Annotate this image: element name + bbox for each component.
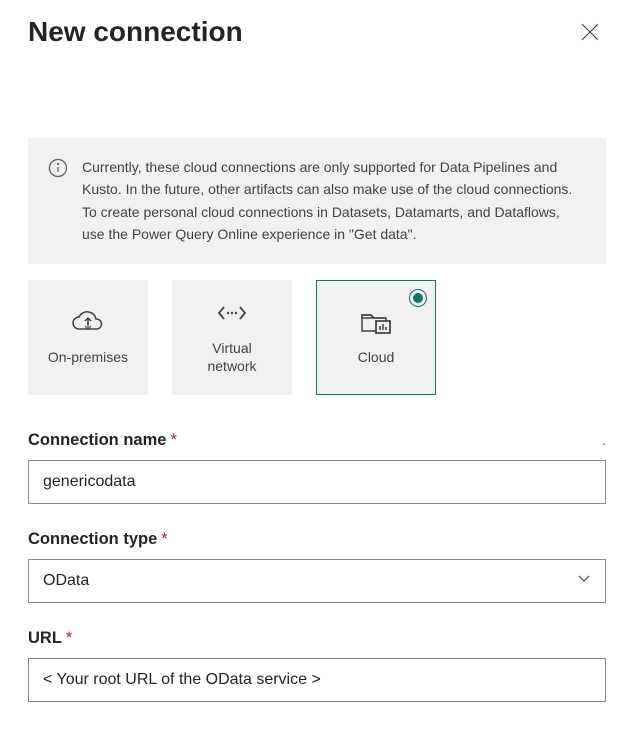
cloud-sync-icon (71, 308, 105, 336)
tile-label: On-premises (48, 348, 128, 366)
tile-label: Cloud (358, 348, 395, 366)
tile-cloud[interactable]: Cloud (316, 280, 436, 395)
required-indicator: * (170, 431, 176, 450)
tile-virtual-network[interactable]: Virtual network (172, 280, 292, 395)
field-url: URL * (28, 629, 606, 702)
field-label: Connection name * (28, 431, 177, 450)
tile-label: Virtual network (207, 339, 256, 375)
info-panel: Currently, these cloud connections are o… (28, 138, 606, 264)
dialog-title: New connection (28, 16, 243, 48)
required-indicator: * (66, 629, 72, 648)
label-text: URL (28, 629, 62, 648)
field-label: URL * (28, 629, 606, 648)
field-connection-name: Connection name * . (28, 431, 606, 504)
radio-selected-icon (409, 289, 427, 307)
dot-indicator: . (602, 432, 606, 448)
field-label: Connection type * (28, 530, 606, 549)
network-icon (217, 299, 247, 327)
label-text: Connection type (28, 530, 157, 549)
info-text: Currently, these cloud connections are o… (82, 156, 586, 246)
label-text: Connection name (28, 431, 166, 450)
chevron-down-icon (577, 571, 591, 590)
connection-name-input[interactable] (28, 460, 606, 504)
close-icon (581, 23, 599, 41)
required-indicator: * (161, 530, 167, 549)
url-input[interactable] (28, 658, 606, 702)
info-icon (48, 158, 68, 178)
dialog-header: New connection (28, 16, 606, 48)
tile-on-premises[interactable]: On-premises (28, 280, 148, 395)
close-button[interactable] (574, 16, 606, 48)
connection-type-select[interactable]: OData (28, 559, 606, 603)
select-value: OData (43, 572, 89, 590)
field-connection-type: Connection type * OData (28, 530, 606, 603)
connection-type-tiles: On-premises Virtual network (28, 280, 606, 395)
folder-chart-icon (360, 308, 392, 336)
